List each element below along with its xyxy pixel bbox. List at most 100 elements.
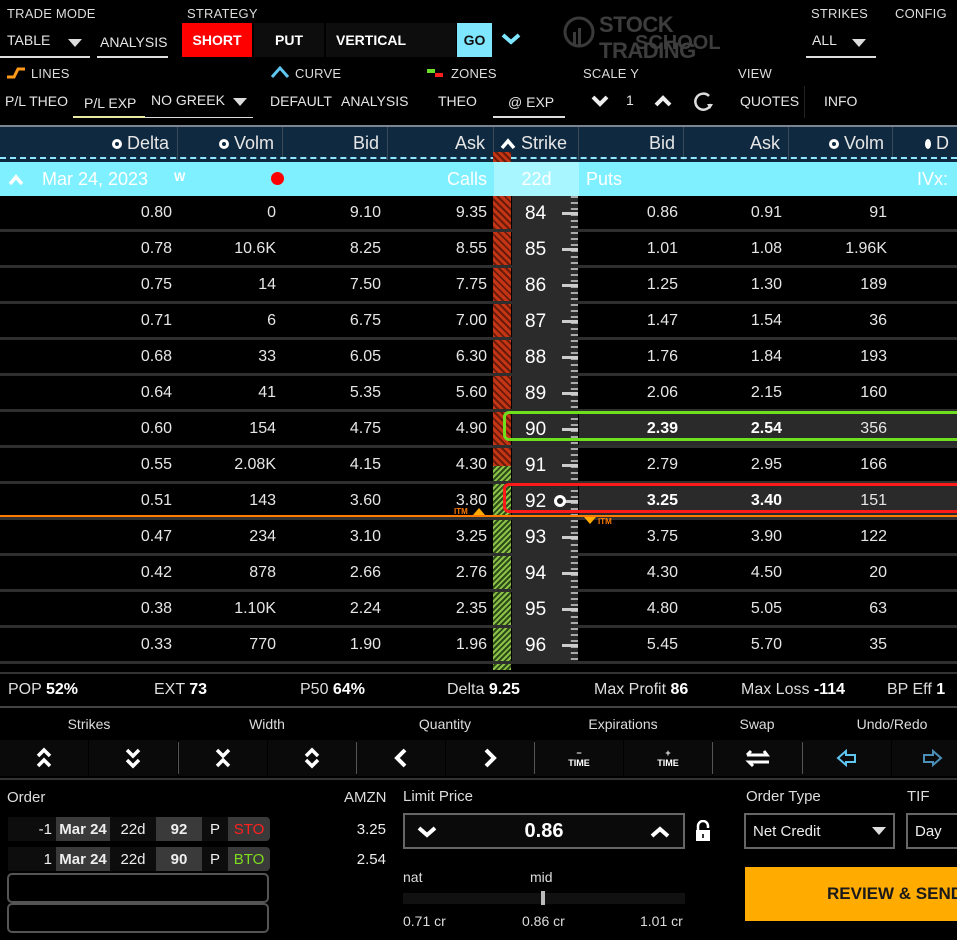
call-ask-cell[interactable]: 7.75	[387, 268, 487, 301]
trade-mode-dropdown[interactable]: TABLE	[0, 28, 90, 58]
put-ask-cell[interactable]: 5.70	[682, 628, 782, 661]
go-button[interactable]: GO	[457, 23, 492, 57]
call-bid-cell[interactable]: 2.66	[281, 556, 381, 589]
call-delta-cell[interactable]: 0.68	[72, 340, 172, 373]
call-volume-cell[interactable]: 143	[176, 484, 276, 517]
call-volume-cell[interactable]: 878	[176, 556, 276, 589]
option-row[interactable]: 0.80 0 9.10 9.35 0.86 0.91 91	[0, 196, 957, 232]
put-volume-cell[interactable]: 160	[787, 376, 887, 409]
call-delta-cell[interactable]: 0.71	[72, 304, 172, 337]
option-row[interactable]: 0.33 770 1.90 1.96 5.45 5.70 35	[0, 628, 957, 664]
price-slider-thumb[interactable]	[541, 891, 545, 905]
put-ask-cell[interactable]: 1.54	[682, 304, 782, 337]
put-ask-cell[interactable]: 2.95	[682, 448, 782, 481]
put-ask-cell[interactable]: 1.84	[682, 340, 782, 373]
call-ask-cell[interactable]: 6.30	[387, 340, 487, 373]
put-volume-cell[interactable]: 36	[787, 304, 887, 337]
call-volume-cell[interactable]: 14	[176, 268, 276, 301]
order-leg[interactable]: 1 Mar 24 22d 90 P BTO 2.54	[8, 847, 388, 871]
option-row[interactable]: 0.78 10.6K 8.25 8.55 1.01 1.08 1.96K	[0, 232, 957, 268]
call-volume-cell[interactable]: 6	[176, 304, 276, 337]
call-delta-cell[interactable]: 0.55	[72, 448, 172, 481]
option-row[interactable]: 0.75 14 7.50 7.75 1.25 1.30 189	[0, 268, 957, 304]
curve-default-tab[interactable]: DEFAULT	[270, 93, 332, 109]
width-narrow-button[interactable]	[179, 740, 267, 776]
strikes-down-button[interactable]	[89, 740, 177, 776]
put-volume-cell[interactable]: 193	[787, 340, 887, 373]
col-call-ask[interactable]: Ask	[388, 127, 494, 160]
call-bid-cell[interactable]: 2.24	[281, 592, 381, 625]
put-volume-cell[interactable]: 35	[787, 628, 887, 661]
chevron-down-icon[interactable]	[500, 32, 522, 46]
put-ask-cell[interactable]: 5.05	[682, 592, 782, 625]
call-delta-cell[interactable]: 0.51	[72, 484, 172, 517]
order-leg[interactable]: -1 Mar 24 22d 92 P STO 3.25	[8, 817, 388, 841]
reset-scale-icon[interactable]	[694, 90, 714, 112]
col-put-bid[interactable]: Bid	[579, 127, 684, 160]
leg-action[interactable]: STO	[228, 817, 270, 841]
price-up-button[interactable]	[650, 826, 670, 838]
call-delta-cell[interactable]: 0.75	[72, 268, 172, 301]
limit-price-input[interactable]: 0.86	[403, 813, 685, 849]
strikes-up-button[interactable]	[0, 740, 88, 776]
strikes-dropdown[interactable]: ALL	[806, 28, 876, 58]
call-ask-cell[interactable]: 7.00	[387, 304, 487, 337]
view-info-tab[interactable]: INFO	[824, 93, 857, 109]
lock-open-icon[interactable]	[694, 820, 712, 842]
put-bid-cell[interactable]: 0.86	[578, 196, 678, 229]
put-ask-cell[interactable]: 3.90	[682, 520, 782, 553]
strategy-put-button[interactable]: PUT	[254, 23, 324, 57]
put-volume-cell[interactable]: 91	[787, 196, 887, 229]
expiration-minus-button[interactable]: − TIME	[535, 740, 623, 776]
col-call-volm[interactable]: Volm	[178, 127, 283, 160]
leg-quantity[interactable]: -1	[8, 817, 56, 841]
call-volume-cell[interactable]: 1.10K	[176, 592, 276, 625]
put-bid-cell[interactable]: 3.75	[578, 520, 678, 553]
call-bid-cell[interactable]: 6.75	[281, 304, 381, 337]
call-ask-cell[interactable]: 4.90	[387, 412, 487, 445]
put-volume-cell[interactable]: 166	[787, 448, 887, 481]
config-button[interactable]: CONFIG	[895, 6, 947, 21]
put-ask-cell[interactable]: 1.08	[682, 232, 782, 265]
view-quotes-tab[interactable]: QUOTES	[740, 93, 799, 109]
put-bid-cell[interactable]: 1.76	[578, 340, 678, 373]
swap-button[interactable]	[713, 740, 802, 776]
call-delta-cell[interactable]: 0.33	[72, 628, 172, 661]
leg-strike[interactable]: 92	[156, 817, 202, 841]
call-volume-cell[interactable]: 0	[176, 196, 276, 229]
zones-theo-tab[interactable]: THEO	[438, 93, 477, 109]
leg-quantity[interactable]: 1	[8, 847, 56, 871]
call-volume-cell[interactable]: 770	[176, 628, 276, 661]
call-bid-cell[interactable]: 1.90	[281, 628, 381, 661]
option-row[interactable]: 0.71 6 6.75 7.00 1.47 1.54 36	[0, 304, 957, 340]
call-bid-cell[interactable]: 4.75	[281, 412, 381, 445]
empty-leg-slot[interactable]	[7, 903, 269, 933]
col-call-bid[interactable]: Bid	[283, 127, 388, 160]
put-ask-cell[interactable]: 1.30	[682, 268, 782, 301]
leg-action[interactable]: BTO	[228, 847, 270, 871]
put-bid-cell[interactable]: 1.25	[578, 268, 678, 301]
analysis-tab[interactable]: ANALYSIS	[97, 28, 168, 58]
scale-up-button[interactable]	[654, 95, 672, 107]
call-ask-cell[interactable]: 1.96	[387, 628, 487, 661]
call-bid-cell[interactable]: 4.15	[281, 448, 381, 481]
put-bid-cell[interactable]: 2.79	[578, 448, 678, 481]
option-row[interactable]: 0.42 878 2.66 2.76 4.30 4.50 20	[0, 556, 957, 592]
call-delta-cell[interactable]: 0.78	[72, 232, 172, 265]
call-delta-cell[interactable]: 0.64	[72, 376, 172, 409]
leg-expiration[interactable]: Mar 24	[56, 817, 110, 841]
call-ask-cell[interactable]: 3.80	[387, 484, 487, 517]
put-ask-cell[interactable]: 4.50	[682, 556, 782, 589]
call-volume-cell[interactable]: 41	[176, 376, 276, 409]
put-volume-cell[interactable]: 122	[787, 520, 887, 553]
call-volume-cell[interactable]: 234	[176, 520, 276, 553]
put-bid-cell[interactable]: 2.06	[578, 376, 678, 409]
quantity-decrease-button[interactable]	[357, 740, 445, 776]
call-ask-cell[interactable]: 8.55	[387, 232, 487, 265]
strategy-short-button[interactable]: SHORT	[182, 23, 252, 57]
call-bid-cell[interactable]: 3.10	[281, 520, 381, 553]
put-ask-cell[interactable]: 2.15	[682, 376, 782, 409]
curve-analysis-tab[interactable]: ANALYSIS	[341, 93, 408, 109]
call-volume-cell[interactable]: 10.6K	[176, 232, 276, 265]
put-ask-cell[interactable]: 0.91	[682, 196, 782, 229]
